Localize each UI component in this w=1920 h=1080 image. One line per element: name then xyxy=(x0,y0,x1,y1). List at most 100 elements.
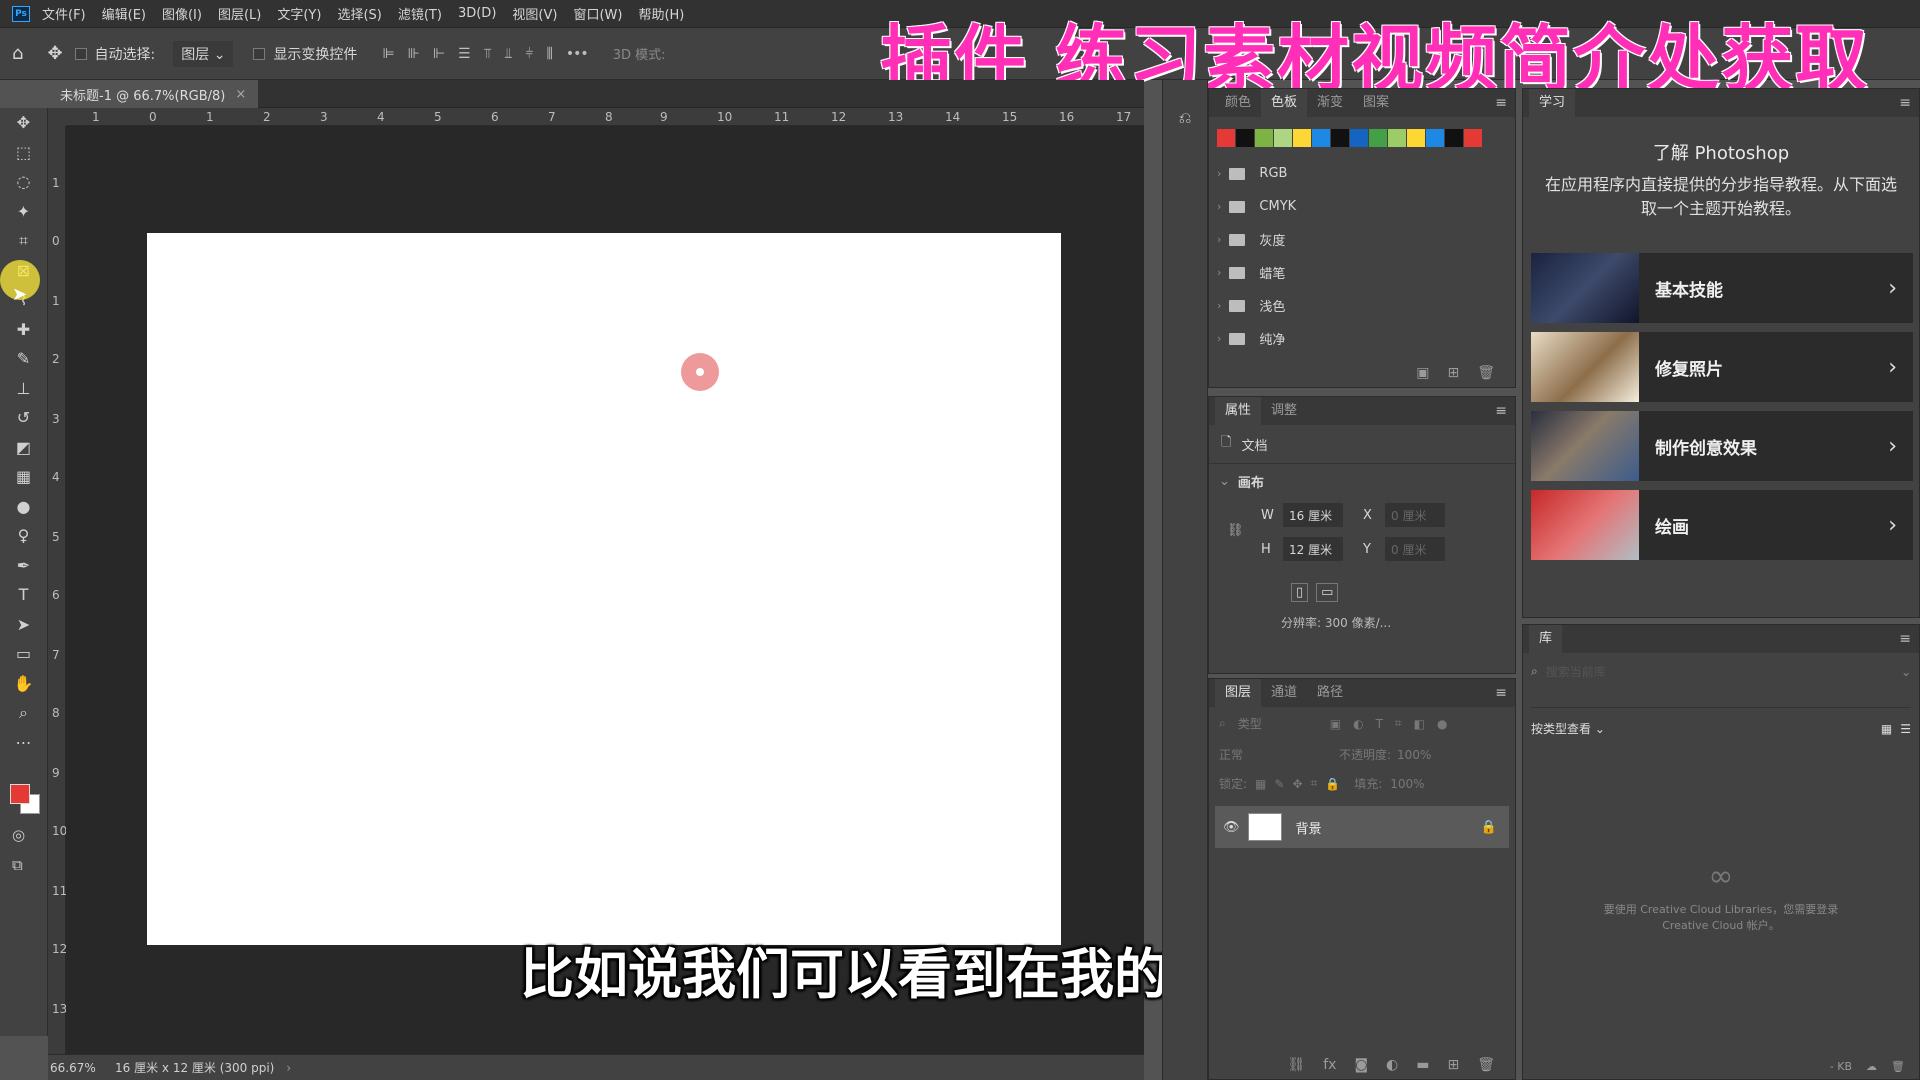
color-swatch[interactable] xyxy=(1255,129,1273,147)
portrait-icon[interactable]: ▯ xyxy=(1291,583,1309,602)
color-swatch[interactable] xyxy=(1217,129,1235,147)
show-transform-checkbox[interactable] xyxy=(253,47,266,60)
grid-view-icon[interactable]: ▦ xyxy=(1881,722,1892,736)
dodge-tool-icon[interactable]: ♀ xyxy=(0,521,47,551)
view-by-dropdown[interactable]: 按类型查看 ⌄ xyxy=(1531,720,1881,737)
rectangle-tool-icon[interactable]: ▭ xyxy=(0,639,47,669)
auto-select-checkbox[interactable] xyxy=(74,47,87,60)
tab-patterns[interactable]: 图案 xyxy=(1353,89,1399,117)
lasso-tool-icon[interactable]: ◌ xyxy=(0,167,47,197)
align-left-icon[interactable]: ⊫ xyxy=(382,46,394,62)
document-canvas[interactable] xyxy=(147,233,1061,945)
lock-artboard-icon[interactable]: ⌗ xyxy=(1311,776,1318,791)
marquee-tool-icon[interactable]: ⬚ xyxy=(0,138,47,168)
align-top-icon[interactable]: ⫪ xyxy=(484,46,492,62)
lock-transparent-icon[interactable]: ▦ xyxy=(1255,777,1266,791)
horizontal-ruler[interactable]: 1 0 1 2 3 4 5 6 7 8 9 10 11 12 13 14 15 … xyxy=(66,108,1144,126)
lock-all-icon[interactable]: 🔒 xyxy=(1325,777,1340,791)
tutorial-card-creative-effects[interactable]: 制作创意效果 › xyxy=(1531,411,1913,481)
align-bottom-icon[interactable]: ⫩ xyxy=(525,46,533,62)
panel-menu-icon[interactable]: ≡ xyxy=(1495,95,1507,111)
move-tool-icon[interactable]: ✥ xyxy=(47,43,62,64)
tab-color[interactable]: 颜色 xyxy=(1215,89,1261,117)
layer-row-background[interactable]: 👁 背景 🔒 xyxy=(1215,806,1509,848)
color-swatch[interactable] xyxy=(1388,129,1406,147)
tab-paths[interactable]: 路径 xyxy=(1307,679,1353,707)
more-options-icon[interactable]: ••• xyxy=(566,46,589,62)
magic-wand-icon[interactable]: ✦ xyxy=(0,197,47,227)
brush-tool-icon[interactable]: ✎ xyxy=(0,344,47,374)
layer-dropdown[interactable]: 图层 ⌄ xyxy=(173,40,234,67)
landscape-icon[interactable]: ▭ xyxy=(1316,583,1339,602)
list-view-icon[interactable]: ☰ xyxy=(1900,722,1911,736)
swatch-folder[interactable]: › 浅色 xyxy=(1209,289,1515,322)
tab-learn[interactable]: 学习 xyxy=(1529,89,1576,117)
y-field[interactable]: 0 厘米 xyxy=(1385,537,1445,561)
chevron-down-icon[interactable]: ⌄ xyxy=(1901,665,1911,679)
panel-menu-icon[interactable]: ≡ xyxy=(1495,685,1507,701)
foreground-color-swatch[interactable] xyxy=(10,784,30,804)
history-brush-icon[interactable]: ↺ xyxy=(0,403,47,433)
link-icon[interactable]: ⛓ xyxy=(1227,523,1244,538)
color-swatch[interactable] xyxy=(1293,129,1311,147)
color-swatch[interactable] xyxy=(1369,129,1387,147)
color-swatch[interactable] xyxy=(1445,129,1463,147)
menu-3d[interactable]: 3D(D) xyxy=(458,6,496,21)
lock-icon[interactable]: 🔒 xyxy=(1481,820,1497,835)
filter-type-icon[interactable]: T xyxy=(1376,717,1383,731)
fill-field[interactable]: 100% xyxy=(1390,777,1424,791)
stamp-tool-icon[interactable]: ⊥ xyxy=(0,374,47,404)
library-search-input[interactable]: 搜索当前库 xyxy=(1546,663,1901,680)
fx-icon[interactable]: fx xyxy=(1323,1057,1336,1073)
document-tab[interactable]: 未标题-1 @ 66.7%(RGB/8) × xyxy=(48,80,259,108)
move-tool-icon[interactable]: ✥ xyxy=(0,108,47,138)
kind-filter[interactable]: 类型 xyxy=(1238,715,1318,732)
tab-layers[interactable]: 图层 xyxy=(1215,679,1262,707)
panel-menu-icon[interactable]: ≡ xyxy=(1899,95,1911,111)
height-field[interactable]: 12 厘米 xyxy=(1283,537,1343,561)
menu-edit[interactable]: 编辑(E) xyxy=(102,4,146,23)
menu-file[interactable]: 文件(F) xyxy=(42,4,86,23)
tab-adjustments[interactable]: 调整 xyxy=(1261,397,1307,425)
type-tool-icon[interactable]: T xyxy=(0,580,47,610)
status-arrow-icon[interactable]: › xyxy=(286,1061,291,1075)
cloud-sync-icon[interactable]: ☁ xyxy=(1866,1060,1877,1073)
lock-position-icon[interactable]: ✥ xyxy=(1292,777,1302,791)
align-right-icon[interactable]: ⊩ xyxy=(433,46,445,62)
delete-icon[interactable]: 🗑 xyxy=(1477,365,1495,381)
swatch-folder[interactable]: › RGB xyxy=(1209,157,1515,190)
filter-adjust-icon[interactable]: ◐ xyxy=(1353,717,1363,731)
menu-window[interactable]: 窗口(W) xyxy=(573,4,622,23)
menu-filter[interactable]: 滤镜(T) xyxy=(398,4,442,23)
healing-brush-icon[interactable]: ✚ xyxy=(0,315,47,345)
tab-swatches[interactable]: 色板 xyxy=(1261,89,1308,117)
tab-libraries[interactable]: 库 xyxy=(1529,625,1563,653)
new-swatch-icon[interactable]: ⊞ xyxy=(1447,365,1459,381)
screen-mode-icon[interactable]: ⧉ xyxy=(12,856,23,874)
gradient-tool-icon[interactable]: ▦ xyxy=(0,462,47,492)
library-search[interactable]: ⌕ 搜索当前库 ⌄ xyxy=(1523,653,1919,690)
tab-gradients[interactable]: 渐变 xyxy=(1307,89,1353,117)
filter-smart-icon[interactable]: ◧ xyxy=(1414,717,1425,731)
distribute-icon[interactable]: ☰ xyxy=(458,46,471,62)
add-mask-icon[interactable]: ◙ xyxy=(1354,1057,1368,1073)
distribute-v-icon[interactable]: ⫼ xyxy=(546,46,553,62)
swatch-folder[interactable]: › 灰度 xyxy=(1209,223,1515,256)
color-swatch[interactable] xyxy=(1331,129,1349,147)
panel-menu-icon[interactable]: ≡ xyxy=(1495,403,1507,419)
tutorial-card-fix-photo[interactable]: 修复照片 › xyxy=(1531,332,1913,402)
pen-tool-icon[interactable]: ✒ xyxy=(0,551,47,581)
color-swatch[interactable] xyxy=(1407,129,1425,147)
menu-help[interactable]: 帮助(H) xyxy=(638,4,684,23)
x-field[interactable]: 0 厘米 xyxy=(1385,503,1445,527)
new-layer-icon[interactable]: ⊞ xyxy=(1447,1057,1459,1073)
color-swatch[interactable] xyxy=(1426,129,1444,147)
blur-tool-icon[interactable]: ● xyxy=(0,492,47,522)
width-field[interactable]: 16 厘米 xyxy=(1283,503,1343,527)
tab-properties[interactable]: 属性 xyxy=(1215,397,1262,425)
filter-shape-icon[interactable]: ⌗ xyxy=(1395,716,1402,731)
menu-type[interactable]: 文字(Y) xyxy=(277,4,321,23)
library-dropdown[interactable] xyxy=(1531,690,1911,708)
delete-layer-icon[interactable]: 🗑 xyxy=(1477,1057,1495,1073)
color-swatch[interactable] xyxy=(1312,129,1330,147)
